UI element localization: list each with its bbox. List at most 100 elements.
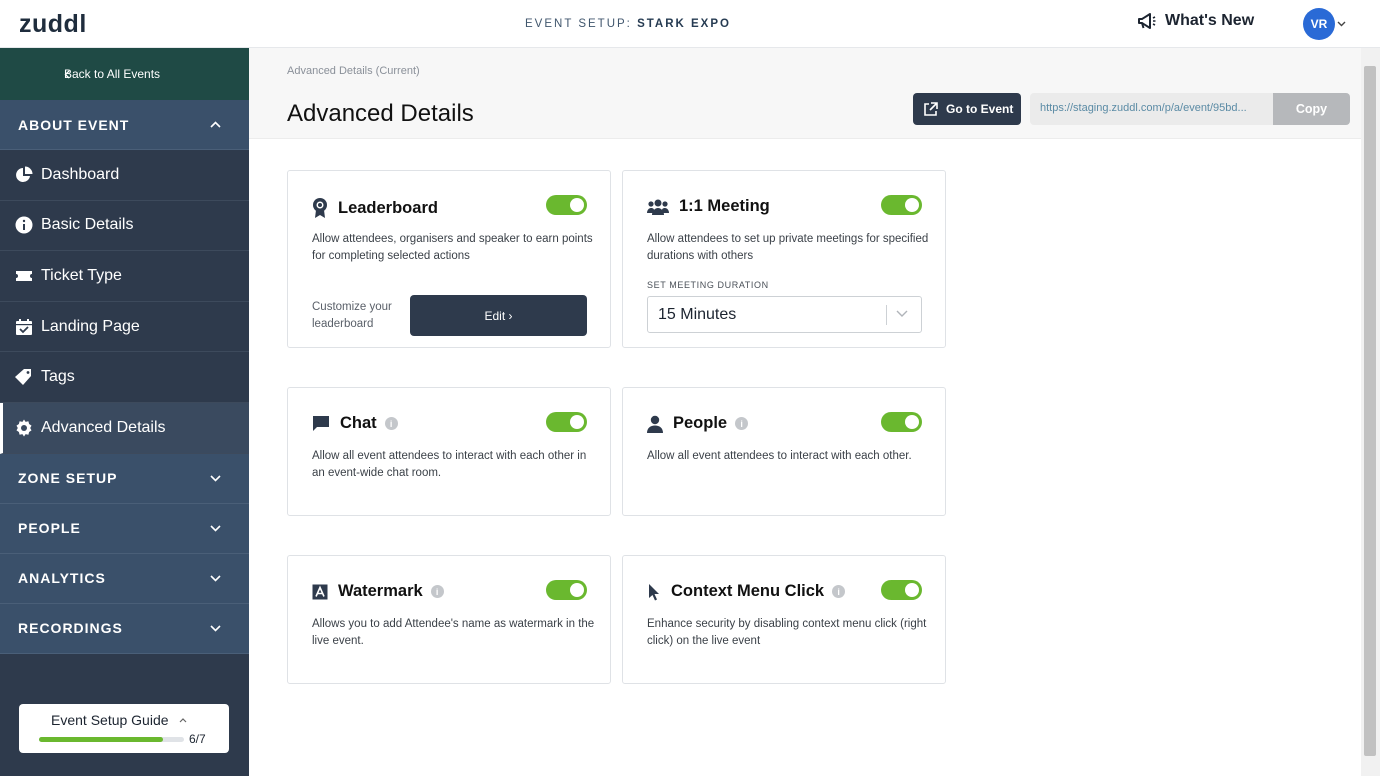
main-content: Advanced Details (Current) Advanced Deta…: [249, 48, 1361, 776]
watermark-toggle[interactable]: [546, 580, 587, 600]
section-label: ABOUT EVENT: [18, 116, 130, 133]
meeting-duration-select[interactable]: 15 Minutes: [647, 296, 922, 333]
external-link-icon: [923, 101, 938, 117]
card-description: Allows you to add Attendee's name as wat…: [312, 618, 595, 647]
context-menu-card: Context Menu Click i Enhance security by…: [622, 555, 946, 684]
card-title: Context Menu Click i: [647, 582, 846, 601]
go-to-event-label: Go to Event: [946, 102, 1014, 116]
go-to-event-button[interactable]: Go to Event: [913, 93, 1021, 125]
sidebar-item-basic-details[interactable]: Basic Details: [0, 200, 249, 252]
meeting-duration-label: SET MEETING DURATION: [647, 280, 769, 290]
card-title-label: Chat: [340, 414, 377, 432]
chevron-down-icon: [210, 624, 221, 632]
info-icon[interactable]: i: [735, 417, 749, 430]
section-label: PEOPLE: [18, 520, 81, 537]
card-description: Enhance security by disabling context me…: [647, 618, 927, 647]
card-title: Watermark i: [312, 582, 444, 601]
info-icon[interactable]: i: [832, 585, 846, 598]
watermark-icon: [312, 584, 328, 600]
breadcrumb[interactable]: Advanced Details (Current): [287, 65, 420, 77]
card-title: People i: [647, 414, 749, 433]
pie-chart-icon: [14, 165, 33, 184]
sidebar-item-dashboard[interactable]: Dashboard: [0, 150, 249, 201]
guide-title: Event Setup Guide: [51, 712, 209, 728]
vertical-scrollbar[interactable]: [1361, 48, 1380, 776]
section-label: RECORDINGS: [18, 620, 123, 637]
sidebar-item-label: Dashboard: [41, 165, 120, 183]
chat-toggle[interactable]: [546, 412, 587, 432]
select-separator: [886, 305, 887, 325]
whats-new-label: What's New: [1165, 12, 1255, 29]
info-icon[interactable]: i: [430, 585, 444, 598]
event-setup-title: EVENT SETUP: STARK EXPO: [0, 18, 1256, 30]
section-analytics[interactable]: ANALYTICS: [0, 553, 249, 604]
scrollbar-thumb[interactable]: [1364, 66, 1376, 756]
ticket-icon: [14, 266, 33, 285]
event-setup-guide[interactable]: Event Setup Guide 6/7: [19, 704, 229, 753]
megaphone-icon: [1137, 12, 1157, 30]
sidebar-item-landing-page[interactable]: Landing Page: [0, 301, 249, 353]
card-title: Chat i: [312, 414, 398, 433]
sidebar-item-label: Landing Page: [41, 317, 140, 335]
chevron-down-icon: [210, 524, 221, 532]
info-icon[interactable]: i: [384, 417, 398, 430]
section-zone-setup[interactable]: ZONE SETUP: [0, 453, 249, 504]
back-label: Back to All Events: [64, 67, 161, 81]
leaderboard-card: Leaderboard Allow attendees, organisers …: [287, 170, 611, 348]
chevron-left-icon: [64, 70, 70, 79]
chat-card: Chat i Allow all event attendees to inte…: [287, 387, 611, 516]
select-value: 15 Minutes: [658, 306, 737, 323]
event-name: STARK EXPO: [637, 18, 731, 30]
sidebar-item-advanced-details[interactable]: Advanced Details: [0, 402, 249, 454]
section-recordings[interactable]: RECORDINGS: [0, 603, 249, 654]
sidebar-item-label: Tags: [41, 368, 75, 386]
copy-button[interactable]: Copy: [1273, 93, 1350, 125]
sidebar-item-tags[interactable]: Tags: [0, 352, 249, 403]
customize-leaderboard-label: Customize your leaderboard: [312, 301, 392, 330]
chevron-up-icon: [210, 121, 221, 128]
card-title: 1:1 Meeting: [647, 197, 770, 216]
card-title-label: People: [673, 414, 728, 432]
section-label: ZONE SETUP: [18, 470, 118, 487]
award-icon: [312, 197, 328, 219]
watermark-card: Watermark i Allows you to add Attendee's…: [287, 555, 611, 684]
chat-bubble-icon: [312, 415, 330, 432]
sidebar-item-ticket-type[interactable]: Ticket Type: [0, 251, 249, 302]
chevron-down-icon[interactable]: [1337, 21, 1346, 27]
event-url-field[interactable]: https://staging.zuddl.com/p/a/event/95bd…: [1030, 93, 1273, 125]
event-prefix: EVENT SETUP:: [525, 18, 638, 30]
people-card: People i Allow all event attendees to in…: [622, 387, 946, 516]
chevron-down-icon: [210, 574, 221, 582]
chevron-down-icon: [896, 310, 908, 318]
back-to-events-link[interactable]: Back to All Events: [0, 48, 249, 100]
section-about-event[interactable]: ABOUT EVENT: [0, 100, 249, 150]
card-description: Allow attendees, organisers and speaker …: [312, 233, 593, 262]
context-menu-toggle[interactable]: [881, 580, 922, 600]
guide-progress-bar: [39, 737, 184, 742]
page-title: Advanced Details: [287, 100, 474, 127]
chevron-up-icon: [179, 717, 187, 723]
tag-icon: [14, 368, 33, 387]
card-title-label: Context Menu Click: [671, 582, 825, 600]
page-header: Advanced Details (Current) Advanced Deta…: [249, 48, 1361, 139]
sidebar-item-label: Ticket Type: [41, 266, 122, 284]
card-description: Allow all event attendees to interact wi…: [312, 450, 587, 479]
card-title-label: Watermark: [338, 582, 423, 600]
group-icon: [647, 198, 669, 216]
section-people[interactable]: PEOPLE: [0, 503, 249, 554]
edit-leaderboard-button[interactable]: Edit ›: [410, 295, 587, 336]
cursor-pointer-icon: [647, 583, 661, 601]
card-title: Leaderboard: [312, 197, 438, 219]
sidebar: Back to All Events ABOUT EVENT Dashboard…: [0, 48, 249, 776]
guide-progress-fill: [39, 737, 164, 742]
user-avatar[interactable]: VR: [1303, 8, 1335, 40]
people-toggle[interactable]: [881, 412, 922, 432]
leaderboard-toggle[interactable]: [546, 195, 587, 215]
person-icon: [647, 415, 663, 433]
whats-new-button[interactable]: What's New: [1137, 12, 1254, 30]
info-icon: [14, 216, 33, 235]
meeting-toggle[interactable]: [881, 195, 922, 215]
guide-title-label: Event Setup Guide: [51, 712, 169, 728]
section-label: ANALYTICS: [18, 570, 106, 587]
sidebar-item-label: Basic Details: [41, 216, 134, 234]
